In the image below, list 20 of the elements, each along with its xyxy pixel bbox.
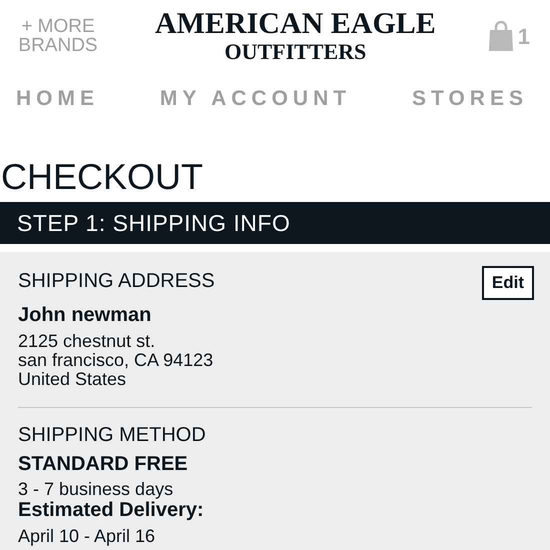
section-heading: SHIPPING METHOD bbox=[18, 423, 206, 448]
page-title: CHECKOUT bbox=[0, 157, 204, 197]
estimate-label: Estimated Delivery: bbox=[18, 499, 204, 521]
nav-link[interactable]: MY ACCOUNT bbox=[160, 84, 352, 114]
section-heading: SHIPPING ADDRESS bbox=[18, 269, 215, 294]
address-line: United States bbox=[18, 370, 126, 389]
address-line: san francisco, CA 94123 bbox=[18, 351, 214, 370]
cart-button[interactable]: 1 bbox=[488, 20, 530, 52]
nav-link[interactable]: HOME bbox=[16, 84, 99, 114]
edit-button[interactable]: Edit bbox=[482, 266, 534, 300]
more-brands-link[interactable]: + MORE BRANDS bbox=[13, 17, 103, 55]
step-header: STEP 1: SHIPPING INFO bbox=[0, 202, 550, 244]
delivery-duration: 3 - 7 business days bbox=[18, 479, 174, 499]
estimate-dates: April 10 - April 16 bbox=[18, 525, 156, 547]
nav-link[interactable]: STORES bbox=[412, 84, 528, 114]
shopping-bag-icon bbox=[488, 21, 514, 51]
logo[interactable]: AMERICAN EAGLE OUTFITTERS bbox=[154, 9, 436, 63]
address-line: 2125 chestnut st. bbox=[18, 332, 156, 351]
shipping-method-name: STANDARD FREE bbox=[18, 452, 188, 477]
recipient-name: John newman bbox=[18, 303, 152, 328]
